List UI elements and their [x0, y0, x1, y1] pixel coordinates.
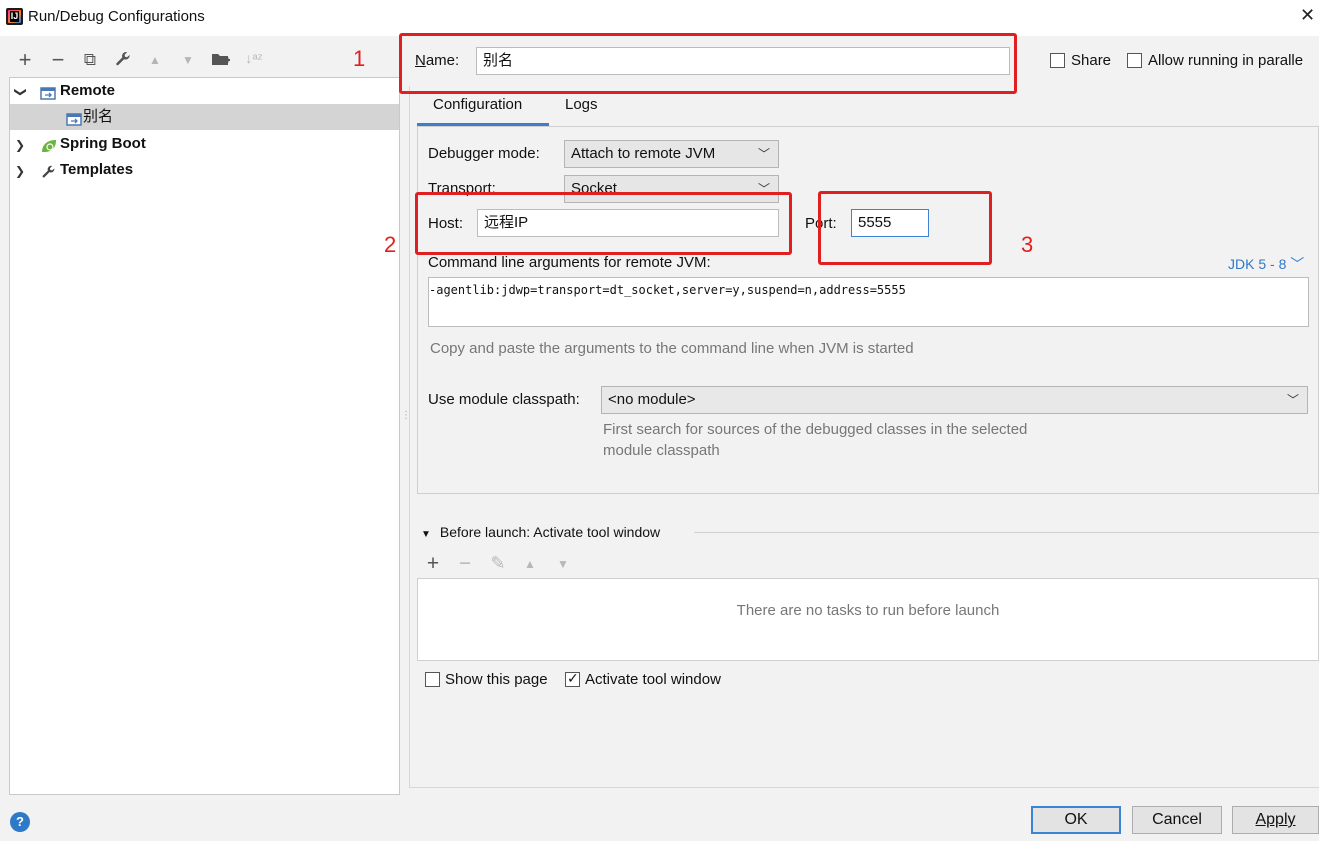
copy-icon[interactable]: ⧉: [79, 50, 101, 70]
collapse-triangle-icon: ▼: [421, 529, 431, 540]
tabs-bar: [417, 92, 1319, 127]
chevron-down-icon: ﹀: [1290, 256, 1305, 272]
add-task-icon[interactable]: +: [423, 552, 443, 576]
annotation-box-1: [399, 33, 1017, 94]
activate-tool-window-checkbox[interactable]: [565, 670, 580, 687]
empty-tasks-text: There are no tasks to run before launch: [736, 602, 1000, 619]
remote-icon: [66, 110, 82, 126]
ok-button[interactable]: OK: [1031, 806, 1121, 834]
configuration-tree: ❯ Remote 别名 ❯ Spring Boot ❯ Templates: [9, 77, 400, 795]
share-label: Share: [1071, 52, 1112, 69]
apply-button[interactable]: Apply: [1232, 806, 1319, 834]
apply-label: Apply: [1255, 811, 1296, 828]
module-classpath-select[interactable]: <no module> ﹀: [601, 386, 1308, 414]
splitter-handle[interactable]: ⋮: [401, 410, 411, 426]
add-icon[interactable]: +: [14, 47, 36, 73]
module-hint-line2: module classpath: [603, 442, 720, 459]
window-title: Run/Debug Configurations: [28, 8, 205, 25]
move-task-up-icon[interactable]: ▲: [520, 557, 540, 571]
tab-configuration[interactable]: Configuration: [433, 96, 522, 113]
annotation-number-1: 1: [353, 46, 366, 71]
annotation-box-3: [818, 191, 992, 265]
module-hint-line1: First search for sources of the debugged…: [603, 421, 1028, 438]
annotation-number-3: 3: [1021, 232, 1034, 257]
tree-item-label: Spring Boot: [60, 135, 146, 152]
module-classpath-label: Use module classpath:: [428, 391, 580, 408]
sort-icon[interactable]: ↓ᵃᶻ: [243, 50, 265, 66]
help-icon[interactable]: ?: [10, 812, 30, 832]
tree-item-remote[interactable]: ❯ Remote: [10, 78, 399, 104]
cancel-button[interactable]: Cancel: [1132, 806, 1222, 834]
annotation-box-2: [415, 192, 792, 255]
cmd-args-label: Command line arguments for remote JVM:: [428, 254, 711, 271]
annotation-number-2: 2: [384, 232, 397, 257]
debugger-mode-select[interactable]: Attach to remote JVM ﹀: [564, 140, 779, 168]
close-icon[interactable]: ✕: [1300, 5, 1315, 26]
wrench-icon: [40, 163, 56, 178]
cmd-args-field[interactable]: -agentlib:jdwp=transport=dt_socket,serve…: [428, 277, 1309, 327]
activate-tool-window-label: Activate tool window: [585, 671, 721, 688]
allow-parallel-checkbox[interactable]: [1127, 53, 1142, 68]
before-launch-task-list[interactable]: There are no tasks to run before launch: [417, 578, 1319, 661]
remove-task-icon[interactable]: −: [455, 552, 475, 576]
tab-logs[interactable]: Logs: [565, 96, 598, 113]
before-launch-title: Before launch: Activate tool window: [439, 524, 661, 540]
show-this-page-label: Show this page: [445, 671, 548, 688]
cmd-args-hint: Copy and paste the arguments to the comm…: [430, 340, 914, 357]
module-classpath-value: <no module>: [608, 391, 696, 408]
intellij-app-icon: IJ: [6, 8, 23, 25]
remote-icon: [40, 84, 56, 100]
move-down-icon[interactable]: ▼: [177, 53, 199, 67]
spring-boot-icon: [40, 137, 56, 152]
edit-task-icon[interactable]: ✎: [488, 553, 508, 574]
show-this-page-checkbox[interactable]: [425, 672, 440, 687]
chevron-down-icon: ﹀: [757, 147, 770, 161]
tree-item-alias[interactable]: 别名: [10, 104, 399, 130]
debugger-mode-label: Debugger mode:: [428, 145, 540, 162]
chevron-right-icon[interactable]: ❯: [15, 158, 25, 184]
before-launch-header[interactable]: ▼ Before launch: Activate tool window: [421, 524, 660, 540]
tree-item-label: Remote: [60, 82, 116, 99]
move-task-down-icon[interactable]: ▼: [553, 557, 573, 571]
tree-item-label: 别名: [83, 108, 114, 125]
remove-icon[interactable]: −: [47, 47, 69, 73]
tree-item-templates[interactable]: ❯ Templates: [10, 157, 399, 183]
chevron-right-icon[interactable]: ❯: [15, 132, 25, 158]
active-tab-indicator: [417, 123, 549, 126]
wrench-icon[interactable]: [112, 50, 134, 72]
chevron-down-icon[interactable]: ❯: [8, 87, 34, 97]
tree-item-spring-boot[interactable]: ❯ Spring Boot: [10, 131, 399, 157]
allow-parallel-label: Allow running in paralle: [1148, 52, 1304, 69]
new-folder-icon[interactable]: [210, 50, 232, 73]
share-checkbox[interactable]: [1050, 53, 1065, 68]
jdk-version-dropdown[interactable]: JDK 5 - 8 ﹀: [1228, 254, 1304, 274]
chevron-down-icon: ﹀: [1286, 393, 1299, 407]
tree-item-label: Templates: [60, 161, 134, 178]
separator: [694, 532, 1319, 533]
move-up-icon[interactable]: ▲: [144, 53, 166, 67]
debugger-mode-value: Attach to remote JVM: [571, 145, 716, 162]
